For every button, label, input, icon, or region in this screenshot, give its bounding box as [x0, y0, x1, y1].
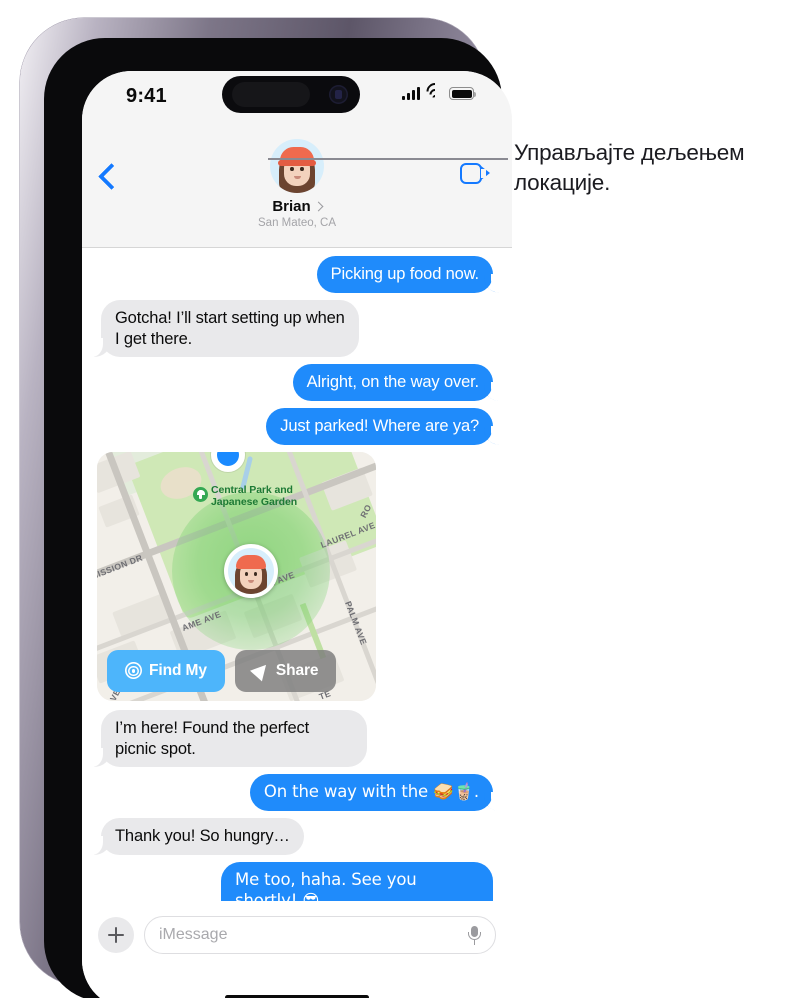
video-camera-lens-icon	[481, 166, 490, 180]
avatar-hat	[278, 147, 316, 166]
map-action-buttons: Find My Share	[107, 649, 337, 692]
wifi-icon	[422, 79, 447, 104]
share-button[interactable]: Share	[234, 649, 337, 692]
message-row: Just parked! Where are ya?	[92, 408, 503, 445]
contact-header[interactable]: Brian San Mateo, CA	[82, 139, 512, 229]
message-row: I’m here! Found the perfect picnic spot.	[91, 709, 502, 768]
facetime-button[interactable]	[460, 163, 490, 184]
message-text: Just parked! Where are ya?	[280, 417, 479, 436]
message-text: Me too, haha. See you shortly! 😎	[235, 870, 417, 910]
conversation-header: Brian San Mateo, CA	[82, 133, 512, 248]
message-bubble-outgoing[interactable]: Picking up food now.	[316, 256, 504, 293]
message-text: Gotcha! I’ll start setting up when I get…	[115, 308, 345, 348]
findmy-radar-icon	[125, 662, 142, 679]
phone-frame: 9:41 Brian San Mateo, CA Picking up food…	[20, 18, 512, 998]
message-bubble-outgoing[interactable]: Me too, haha. See you shortly! 😎	[221, 862, 503, 920]
imessage-placeholder: iMessage	[159, 926, 228, 943]
pin-avatar	[228, 547, 274, 594]
message-row: On the way with the 🥪🧋.	[92, 774, 504, 812]
avatar-eye-right	[300, 167, 304, 172]
message-input-bar: iMessage	[82, 901, 512, 998]
message-bubble-incoming[interactable]: Gotcha! I’ll start setting up when I get…	[91, 299, 359, 358]
shared-location-pin[interactable]	[224, 543, 278, 598]
message-row: Thank you! So hungry…	[91, 818, 502, 856]
message-text: Thank you! So hungry…	[115, 827, 290, 846]
message-text: On the way with the 🥪🧋.	[263, 782, 479, 802]
status-bar: 9:41	[82, 71, 512, 133]
phone-bezel: 9:41 Brian San Mateo, CA Picking up food…	[44, 38, 512, 998]
battery-icon	[449, 87, 477, 100]
contact-location: San Mateo, CA	[258, 217, 336, 229]
imessage-input[interactable]: iMessage	[144, 916, 496, 954]
dynamic-island	[222, 76, 360, 113]
message-list[interactable]: Picking up food now. Gotcha! I’ll start …	[82, 248, 512, 939]
poi-line-1: Central Park and	[211, 483, 293, 496]
cellular-signal-icon	[401, 87, 420, 100]
add-attachment-button[interactable]	[98, 917, 134, 953]
screenshot-root: 9:41 Brian San Mateo, CA Picking up food…	[0, 0, 801, 998]
avatar[interactable]	[270, 139, 324, 193]
message-text: I’m here! Found the perfect picnic spot.	[115, 718, 310, 758]
message-bubble-outgoing[interactable]: Alright, on the way over.	[292, 364, 504, 402]
share-label: Share	[275, 661, 319, 679]
location-arrow-icon	[249, 659, 272, 682]
chevron-right-icon	[313, 201, 324, 212]
video-camera-icon	[460, 163, 482, 184]
message-bubble-outgoing[interactable]: Just parked! Where are ya?	[266, 408, 503, 445]
message-bubble-incoming[interactable]: I’m here! Found the perfect picnic spot.	[91, 709, 367, 768]
status-indicators	[401, 79, 477, 104]
microphone-icon[interactable]	[468, 925, 481, 945]
message-bubble-outgoing[interactable]: On the way with the 🥪🧋.	[249, 774, 504, 812]
location-share-map-card[interactable]: Central Park and Japanese Garden MISSION…	[97, 451, 376, 701]
contact-name-row[interactable]: Brian	[272, 198, 324, 215]
message-text: Alright, on the way over.	[306, 373, 480, 392]
message-row: Picking up food now.	[92, 256, 504, 293]
contact-name: Brian	[272, 198, 311, 215]
phone-screen: 9:41 Brian San Mateo, CA Picking up food…	[82, 71, 512, 998]
avatar-eye-left	[290, 167, 294, 172]
poi-line-2: Japanese Garden	[211, 495, 298, 508]
message-row: Gotcha! I’ll start setting up when I get…	[91, 299, 502, 358]
message-row: Alright, on the way over.	[92, 364, 504, 402]
message-text: Picking up food now.	[330, 265, 480, 283]
front-camera-icon	[329, 85, 348, 104]
dynamic-island-pill	[232, 82, 310, 107]
callout-text: Управљајте дељењем локације.	[514, 140, 745, 195]
find-my-button[interactable]: Find My	[107, 649, 225, 692]
status-clock: 9:41	[126, 85, 167, 107]
message-bubble-incoming[interactable]: Thank you! So hungry…	[91, 818, 304, 856]
map-poi-label: Central Park and Japanese Garden	[193, 483, 298, 509]
park-tree-icon	[193, 486, 208, 502]
callout-leader-line	[268, 157, 508, 160]
find-my-label: Find My	[149, 661, 207, 679]
